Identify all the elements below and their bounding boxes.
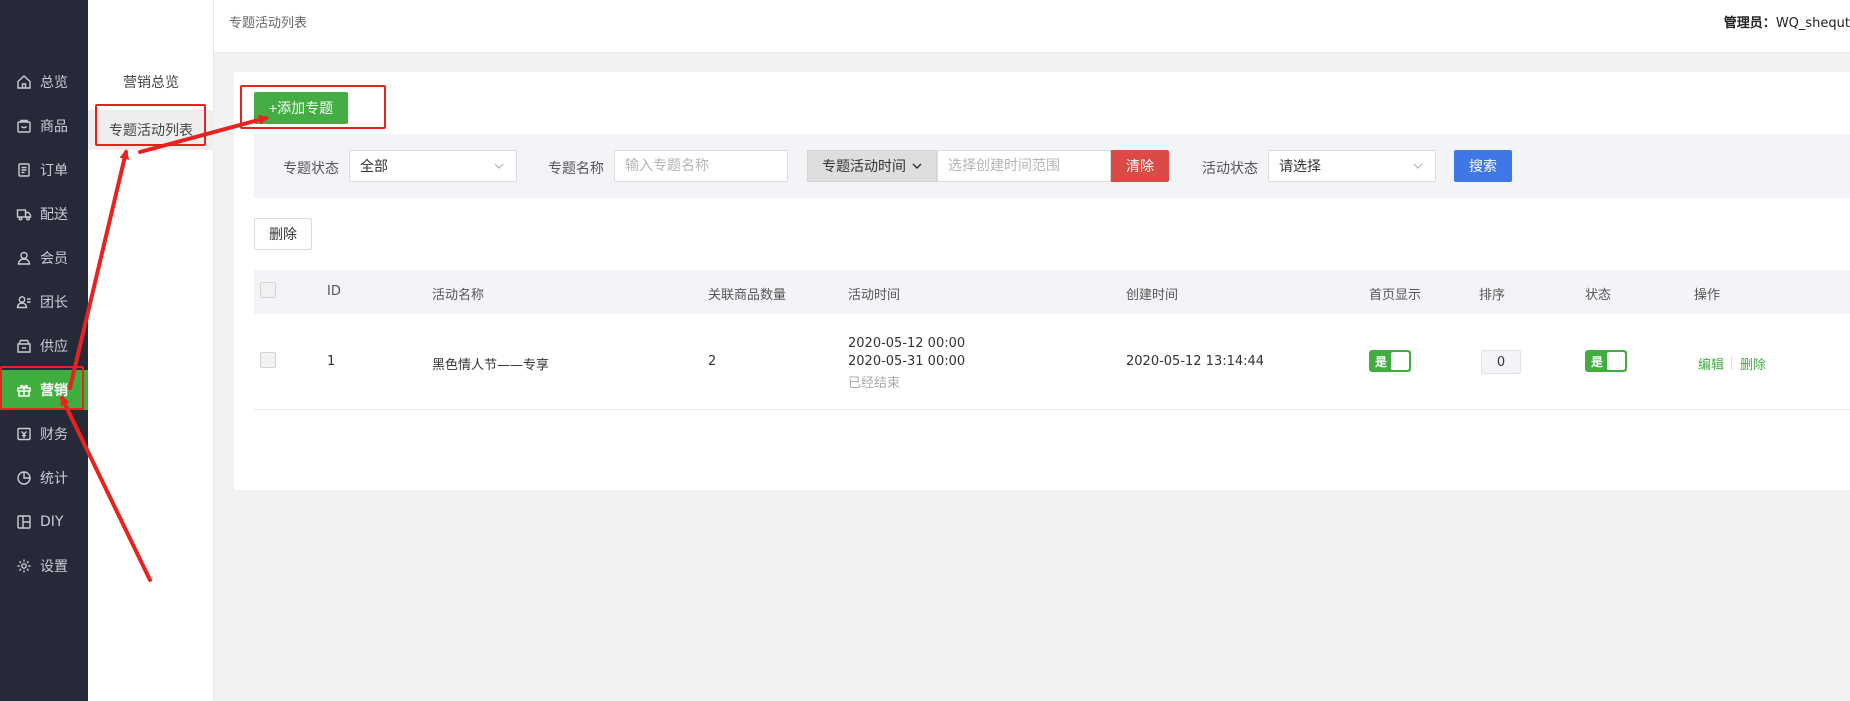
layout-icon <box>15 513 33 531</box>
sidebar-item-label: 供应 <box>40 339 68 355</box>
column-header-goods-count: 关联商品数量 <box>708 288 787 303</box>
edit-link[interactable]: 编辑 <box>1698 354 1724 373</box>
column-header-sort: 排序 <box>1479 288 1506 303</box>
clear-button[interactable]: 清除 <box>1111 150 1169 182</box>
toggle-knob <box>1391 352 1409 370</box>
order-icon <box>15 161 33 179</box>
row-start-time: 2020-05-12 00:00 <box>848 336 966 351</box>
admin-name: WQ_shequt <box>1775 16 1850 31</box>
filter-bar: 专题状态 全部 专题名称 专题活动时间 清除 活动状态 请选择 搜索 <box>254 134 1850 198</box>
activity-status-placeholder: 请选择 <box>1279 159 1321 175</box>
sidebar-item-supply[interactable]: 供应 <box>0 326 88 366</box>
annotation-box-add-topic <box>240 85 386 129</box>
main-sidebar: 总览 商品 订单 配送 会员 团长 供应 营销 财务 统计 DIY 设置 <box>0 0 88 701</box>
sidebar-item-diy[interactable]: DIY <box>0 502 88 542</box>
sidebar-item-label: 财务 <box>40 427 68 443</box>
chevron-down-icon <box>912 163 922 170</box>
sidebar-item-goods[interactable]: 商品 <box>0 106 88 146</box>
column-header-status: 状态 <box>1585 288 1612 303</box>
activity-status-label: 活动状态 <box>1202 161 1258 177</box>
home-icon <box>15 73 33 91</box>
topic-name-label: 专题名称 <box>548 161 604 177</box>
toggle-label: 是 <box>1375 355 1388 369</box>
sidebar-item-statistics[interactable]: 统计 <box>0 458 88 498</box>
chevron-down-icon <box>1413 163 1423 169</box>
column-header-name: 活动名称 <box>432 288 485 303</box>
pie-chart-icon <box>15 469 33 487</box>
topic-name-input[interactable] <box>614 150 788 182</box>
sidebar-item-settings[interactable]: 设置 <box>0 546 88 586</box>
admin-label: 管理员： <box>1723 16 1776 31</box>
breadcrumb: 专题活动列表 <box>229 16 308 31</box>
activity-status-select[interactable]: 请选择 <box>1268 150 1436 182</box>
goods-icon <box>15 117 33 135</box>
home-display-toggle[interactable]: 是 <box>1369 350 1411 372</box>
sidebar-item-label: 总览 <box>40 75 68 91</box>
supply-icon <box>15 337 33 355</box>
top-header: 专题活动列表 管理员：WQ_shequt <box>214 0 1850 52</box>
column-header-created-time: 创建时间 <box>1126 288 1179 303</box>
toggle-knob <box>1607 352 1625 370</box>
sort-input[interactable] <box>1481 350 1521 374</box>
action-divider <box>1731 356 1732 370</box>
sidebar-item-finance[interactable]: 财务 <box>0 414 88 454</box>
member-icon <box>15 249 33 267</box>
sidebar-item-leaders[interactable]: 团长 <box>0 282 88 322</box>
sidebar-item-orders[interactable]: 订单 <box>0 150 88 190</box>
sidebar-item-members[interactable]: 会员 <box>0 238 88 278</box>
table-row: 1 黑色情人节——专享 2 2020-05-12 00:00 2020-05-3… <box>254 314 1850 410</box>
row-checkbox[interactable] <box>260 352 276 368</box>
app-root: 总览 商品 订单 配送 会员 团长 供应 营销 财务 统计 DIY 设置 营销总… <box>0 0 1850 701</box>
subnav-item-label: 营销总览 <box>123 75 179 91</box>
row-id: 1 <box>327 354 336 369</box>
status-toggle[interactable]: 是 <box>1585 350 1627 372</box>
sidebar-item-label: 设置 <box>40 559 68 575</box>
row-goods-count: 2 <box>708 354 717 369</box>
column-header-actions: 操作 <box>1694 288 1721 303</box>
table-header: ID 活动名称 关联商品数量 活动时间 创建时间 首页显示 排序 状态 操作 <box>254 270 1850 314</box>
topic-status-select[interactable]: 全部 <box>349 150 517 182</box>
topic-status-value: 全部 <box>360 159 388 175</box>
finance-icon <box>15 425 33 443</box>
sidebar-item-label: 商品 <box>40 119 68 135</box>
annotation-box-topic-list <box>95 104 206 146</box>
row-activity-name: 黑色情人节——专享 <box>432 358 550 373</box>
column-header-id: ID <box>327 284 341 299</box>
sidebar-item-delivery[interactable]: 配送 <box>0 194 88 234</box>
gear-icon <box>15 557 33 575</box>
delete-link[interactable]: 删除 <box>1740 354 1766 373</box>
topic-status-label: 专题状态 <box>283 161 339 177</box>
chevron-down-icon <box>494 163 504 169</box>
select-all-checkbox[interactable] <box>260 282 276 298</box>
leader-icon <box>15 293 33 311</box>
time-type-value: 专题活动时间 <box>822 159 906 175</box>
search-button[interactable]: 搜索 <box>1454 150 1512 182</box>
column-header-home-display: 首页显示 <box>1369 288 1422 303</box>
delivery-icon <box>15 205 33 223</box>
annotation-box-marketing <box>0 366 84 410</box>
time-range-input[interactable] <box>937 150 1111 182</box>
row-created-time: 2020-05-12 13:14:44 <box>1126 354 1265 369</box>
batch-delete-button[interactable]: 删除 <box>254 218 312 250</box>
column-header-activity-time: 活动时间 <box>848 288 901 303</box>
sidebar-item-label: 订单 <box>40 163 68 179</box>
row-time-status: 已经结束 <box>848 376 901 391</box>
sidebar-item-label: 团长 <box>40 295 68 311</box>
time-type-dropdown[interactable]: 专题活动时间 <box>807 150 937 182</box>
admin-info[interactable]: 管理员：WQ_shequt <box>1724 12 1850 31</box>
row-end-time: 2020-05-31 00:00 <box>848 354 966 369</box>
sidebar-item-label: 会员 <box>40 251 68 267</box>
sidebar-item-label: 统计 <box>40 471 68 487</box>
toggle-label: 是 <box>1591 355 1604 369</box>
sidebar-item-label: 配送 <box>40 207 68 223</box>
sidebar-item-overview[interactable]: 总览 <box>0 62 88 102</box>
subnav-item-marketing-overview[interactable]: 营销总览 <box>88 62 214 102</box>
sidebar-item-label: DIY <box>40 514 64 530</box>
